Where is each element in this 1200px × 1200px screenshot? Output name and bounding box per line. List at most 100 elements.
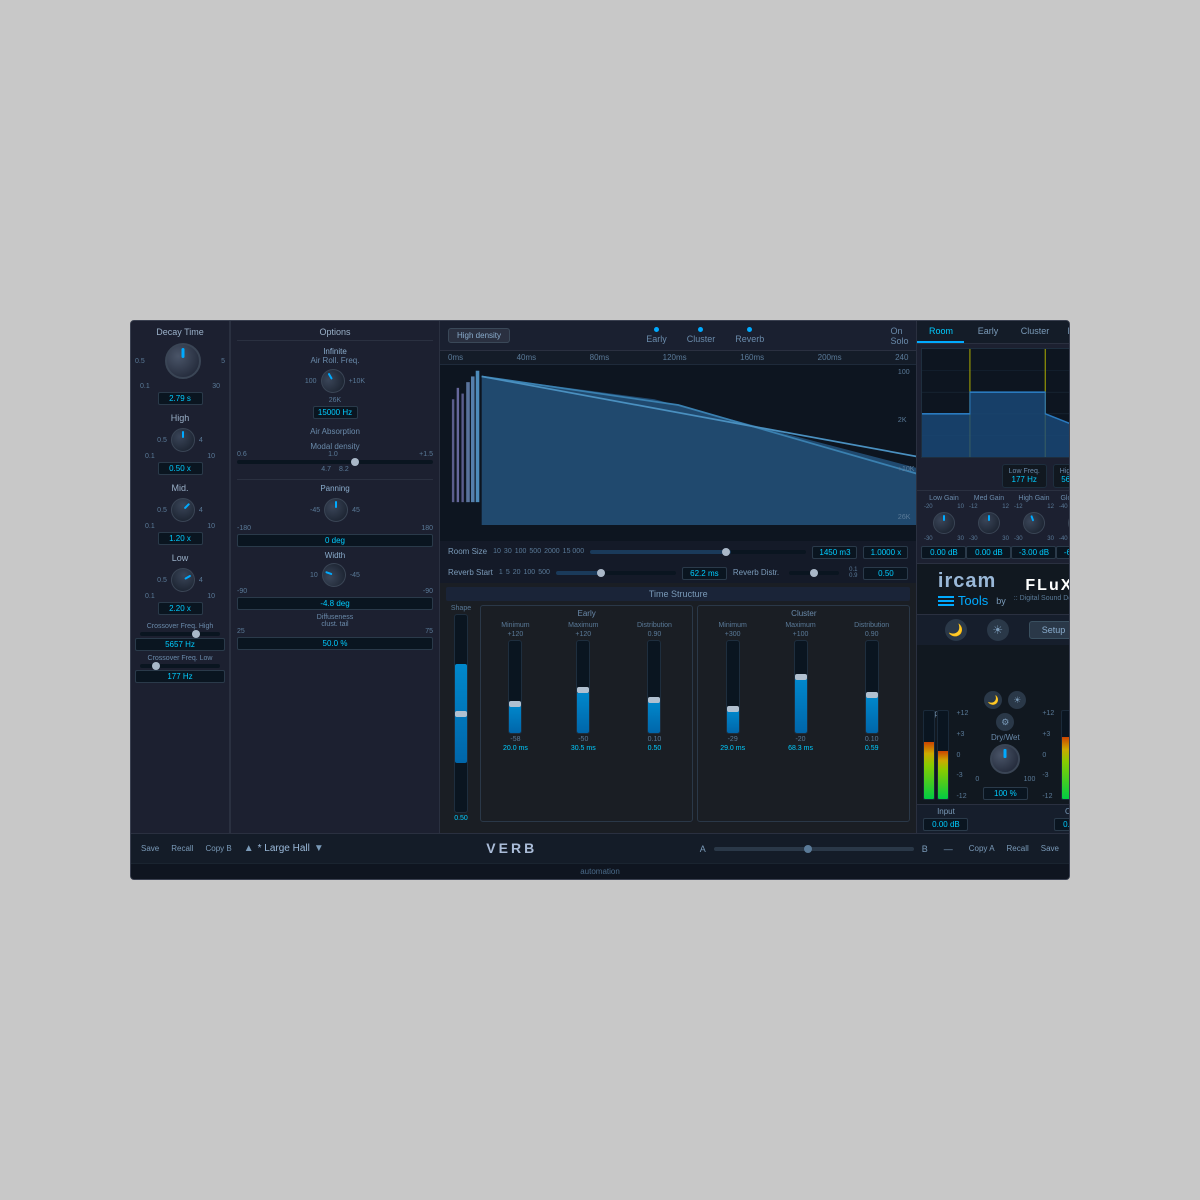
panning-knob[interactable] <box>324 498 348 522</box>
dry-wet-sun[interactable]: ☀ <box>1008 691 1026 709</box>
automation-bar: automation <box>131 863 1069 879</box>
down-arrow-icon[interactable]: ▼ <box>314 843 324 854</box>
moon-icon[interactable]: 🌙 <box>945 619 967 641</box>
modal-density-slider[interactable] <box>237 460 433 464</box>
global-gain-col: Global Gain -4010 -4010 -6.00 dB <box>1056 495 1069 559</box>
early-section-title: Early <box>484 609 689 618</box>
high-knob[interactable] <box>171 428 195 452</box>
high-label: High <box>171 413 190 423</box>
decay-time-knob-row: 0.5 5 0.130 2.79 s <box>135 341 225 405</box>
ircam-text-block: ircam Tools by <box>938 570 1006 608</box>
cluster-fader-group: Minimum +300 -29 29.0 ms <box>701 622 906 752</box>
dry-wet-knob[interactable] <box>990 744 1020 774</box>
center-with-options: Options Infinite Air Roll. Freq. 100 +10… <box>230 321 916 833</box>
global-gain-value: -6.00 dB <box>1056 546 1069 559</box>
reverb-distr-slider[interactable] <box>789 571 839 575</box>
meter-scale-left: +12 +3 0 -3 -12 <box>956 710 968 800</box>
reverb-mode-tab[interactable]: Reverb <box>735 327 764 344</box>
tools-flux-row: Tools by <box>938 593 1006 608</box>
eq-svg <box>922 349 1069 457</box>
dry-wet-section: 🌙 ☀ ⚙ Dry/Wet 0100 100 % <box>975 691 1035 800</box>
save-right-btn[interactable]: Save <box>1041 844 1059 853</box>
plugin-name-footer: VERB <box>486 840 537 856</box>
med-gain-knob[interactable] <box>978 512 1000 534</box>
air-absorption-label: Air Absorption <box>237 427 433 436</box>
width-value: -4.8 deg <box>237 597 433 610</box>
tab-cluster[interactable]: Cluster <box>1011 321 1058 343</box>
output-label-2: Output <box>1065 807 1069 816</box>
cluster-dist-fader[interactable] <box>865 640 879 734</box>
sun-icon[interactable]: ☀ <box>987 619 1009 641</box>
width-label: Width <box>237 551 433 560</box>
max-label-2: Maximum <box>785 622 815 629</box>
early-max-fader[interactable] <box>576 640 590 734</box>
tab-early[interactable]: Early <box>964 321 1011 343</box>
early-min-fader[interactable] <box>508 640 522 734</box>
output-db-value: 0.00 dB <box>1054 818 1069 831</box>
copy-b-btn[interactable]: Copy B <box>205 844 231 853</box>
structure-content: Shape 0.50 Early M <box>446 605 910 822</box>
ab-slider[interactable] <box>714 847 914 851</box>
early-mode-tab[interactable]: Early <box>646 327 667 344</box>
reverb-start-row: Reverb Start 1520100500 62.2 ms Reverb D… <box>440 562 916 583</box>
low-value: 2.20 x <box>158 602 203 615</box>
dry-wet-scale: 0100 <box>975 776 1035 783</box>
early-min-top: +120 <box>508 631 524 638</box>
med-gain-col: Med Gain -1212 -3030 0.00 dB <box>966 495 1011 559</box>
crossover-high-slider[interactable] <box>140 632 220 636</box>
cluster-section-title: Cluster <box>701 609 906 618</box>
output-meter-bars <box>1061 720 1069 800</box>
dry-wet-value: 100 % <box>983 787 1028 800</box>
up-arrow-icon[interactable]: ▲ <box>244 843 254 854</box>
save-left-btn[interactable]: Save <box>141 844 159 853</box>
decay-time-knob[interactable] <box>165 343 201 379</box>
input-meter-bars <box>923 720 949 800</box>
input-meters: Input <box>923 709 949 800</box>
reverb-start-slider[interactable] <box>556 571 676 575</box>
dry-wet-moon[interactable]: 🌙 <box>984 691 1002 709</box>
shape-fader[interactable] <box>454 614 468 813</box>
high-gain-knob[interactable] <box>1020 509 1048 537</box>
reverb-distr-label: Reverb Distr. <box>733 568 779 577</box>
crossover-low-section: Crossover Freq. Low 177 Hz <box>135 655 225 683</box>
low-freq-group: Low Freq. 177 Hz <box>1002 464 1047 488</box>
tab-room[interactable]: Room <box>917 321 964 343</box>
recall-left-btn[interactable]: Recall <box>171 844 193 853</box>
flux-tagline: :: Digital Sound Design <box>1014 595 1069 602</box>
dist-label-1: Distribution <box>637 622 672 629</box>
low-gain-knob[interactable] <box>933 512 955 534</box>
high-knob-row: High 0.5 4 0.110 0.50 x <box>135 413 225 475</box>
input-value-col: Input 0.00 dB <box>923 807 968 831</box>
cluster-min-fader[interactable] <box>726 640 740 734</box>
ircam-area: ircam Tools by FLuX <box>917 564 1069 833</box>
output-meters: Output <box>1061 709 1069 800</box>
low-knob[interactable] <box>167 564 200 597</box>
output-meter-l <box>1061 710 1069 800</box>
tab-reverb[interactable]: Reverb <box>1058 321 1069 343</box>
density-btn[interactable]: High density <box>448 328 510 343</box>
recall-right-btn[interactable]: Recall <box>1007 844 1029 853</box>
setup-button[interactable]: Setup <box>1029 621 1069 639</box>
global-gain-knob[interactable] <box>1063 508 1069 539</box>
copy-a-btn[interactable]: Copy A <box>969 844 995 853</box>
preset-section: ▲ * Large Hall ▼ <box>244 843 324 854</box>
width-knob[interactable] <box>318 560 349 591</box>
mid-knob[interactable] <box>166 493 200 527</box>
air-roll-value: 15000 Hz <box>313 406 358 419</box>
gear-icon[interactable]: ⚙ <box>996 713 1014 731</box>
early-dist-fader[interactable] <box>647 640 661 734</box>
dry-wet-label: Dry/Wet <box>991 733 1020 742</box>
low-gain-col: Low Gain -2010 -3030 0.00 dB <box>921 495 966 559</box>
air-roll-knob[interactable] <box>316 365 349 398</box>
cluster-dot <box>698 327 703 332</box>
room-size-slider[interactable] <box>590 550 806 554</box>
dist-label-2: Distribution <box>854 622 889 629</box>
air-roll-label: Air Roll. Freq. <box>311 356 360 365</box>
crossover-low-slider[interactable] <box>140 664 220 668</box>
on-solo-controls: On Solo <box>890 326 908 346</box>
cluster-max-fader[interactable] <box>794 640 808 734</box>
global-gain-label: Global Gain <box>1060 495 1069 502</box>
reverb-start-value: 62.2 ms <box>682 567 727 580</box>
early-max-value: 30.5 ms <box>571 745 596 752</box>
cluster-mode-tab[interactable]: Cluster <box>687 327 716 344</box>
